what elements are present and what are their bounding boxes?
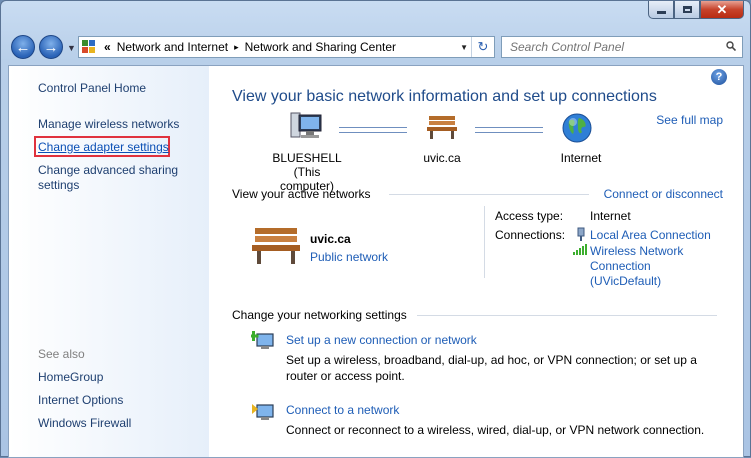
address-dropdown-icon[interactable]: ▼: [460, 43, 468, 52]
connect-to-network-description: Connect or reconnect to a wireless, wire…: [286, 423, 705, 437]
sidebar: Control Panel Home Manage wireless netwo…: [9, 66, 209, 457]
sidebar-item-change-advanced-sharing-settings[interactable]: Change advanced sharing settings: [38, 163, 188, 193]
connect-or-disconnect-link[interactable]: Connect or disconnect: [604, 187, 723, 201]
recent-pages-dropdown[interactable]: ▼: [67, 43, 76, 53]
content-area: Control Panel Home Manage wireless netwo…: [8, 65, 744, 458]
caption-buttons: ✕: [648, 1, 744, 19]
wireless-signal-icon: [573, 244, 587, 255]
sidebar-item-change-adapter-settings[interactable]: Change adapter settings: [38, 140, 169, 155]
connections-label: Connections:: [495, 228, 566, 242]
breadcrumb-separator[interactable]: ▸: [234, 42, 239, 53]
forward-button[interactable]: →: [39, 35, 63, 59]
control-panel-icon: [82, 40, 100, 54]
help-icon: ?: [715, 71, 723, 83]
breadcrumb-network-and-sharing-center[interactable]: Network and Sharing Center: [245, 40, 396, 54]
map-node-internet: Internet: [552, 151, 610, 165]
see-also-heading: See also: [38, 347, 85, 361]
see-full-map-link[interactable]: See full map: [656, 113, 723, 127]
wireless-connection-line-3: (UVicDefault): [590, 274, 662, 288]
wireless-connection-line-1: Wireless Network: [590, 244, 684, 258]
refresh-icon: ↻: [477, 39, 489, 54]
breadcrumb-overflow[interactable]: «: [104, 40, 111, 54]
map-node-computer-name: BLUESHELL: [272, 151, 342, 165]
setup-new-connection-description: Set up a wireless, broadband, dial-up, a…: [286, 352, 716, 384]
close-button[interactable]: ✕: [700, 1, 744, 19]
sidebar-item-windows-firewall[interactable]: Windows Firewall: [38, 416, 131, 431]
computer-icon: [290, 112, 322, 138]
maximize-icon: [682, 6, 692, 13]
ethernet-icon: [577, 227, 585, 241]
search-input[interactable]: [508, 39, 712, 55]
arrow-left-icon: ←: [15, 38, 31, 56]
globe-icon: [562, 113, 592, 143]
connect-to-network-icon: [252, 404, 274, 420]
address-bar[interactable]: « Network and Internet ▸ Network and Sha…: [78, 36, 495, 58]
control-panel-window: ✕ ← → ▼ « Network and Internet ▸ Network…: [0, 0, 751, 458]
back-button[interactable]: ←: [11, 35, 35, 59]
setup-new-connection-description-line-2: router or access point.: [286, 369, 405, 383]
map-connector-line: [339, 127, 407, 133]
main-panel: ? View your basic network information an…: [209, 66, 743, 457]
vertical-divider: [484, 206, 485, 278]
maximize-button[interactable]: [674, 1, 700, 19]
map-node-internet-name: Internet: [560, 151, 602, 165]
connect-to-network-link[interactable]: Connect to a network: [286, 403, 399, 417]
breadcrumb-network-and-internet[interactable]: Network and Internet: [117, 40, 228, 54]
local-area-connection-link[interactable]: Local Area Connection: [590, 228, 711, 243]
map-node-network: uvic.ca: [412, 151, 472, 165]
access-type-label: Access type:: [495, 209, 564, 223]
map-node-network-name: uvic.ca: [423, 151, 461, 165]
new-connection-icon: [251, 331, 274, 349]
help-button[interactable]: ?: [711, 69, 727, 85]
sidebar-item-internet-options[interactable]: Internet Options: [38, 393, 123, 408]
wireless-network-connection-link[interactable]: Wireless Network Connection (UVicDefault…: [590, 244, 683, 289]
section-divider: [389, 194, 589, 195]
map-connector-line: [475, 127, 543, 133]
section-divider: [417, 315, 717, 316]
networking-settings-heading: Change your networking settings: [232, 308, 407, 322]
page-title: View your basic network information and …: [232, 88, 657, 105]
bench-icon: [252, 228, 300, 264]
active-network-name: uvic.ca: [310, 232, 351, 246]
arrow-right-icon: →: [43, 38, 59, 56]
refresh-button[interactable]: ↻: [471, 37, 494, 57]
navigation-bar: ← → ▼ « Network and Internet ▸ Network a…: [1, 31, 750, 63]
active-networks-heading: View your active networks: [232, 187, 371, 201]
minimize-icon: [656, 11, 666, 14]
close-icon: ✕: [716, 1, 728, 17]
sidebar-item-control-panel-home[interactable]: Control Panel Home: [38, 81, 146, 96]
network-type-link[interactable]: Public network: [310, 250, 388, 264]
minimize-button[interactable]: [648, 1, 674, 19]
access-type-value: Internet: [590, 209, 631, 223]
sidebar-item-homegroup[interactable]: HomeGroup: [38, 370, 103, 385]
search-box[interactable]: [501, 36, 743, 58]
setup-new-connection-link[interactable]: Set up a new connection or network: [286, 333, 477, 347]
wireless-connection-line-2: Connection: [590, 259, 651, 273]
search-icon[interactable]: [726, 41, 736, 51]
sidebar-item-manage-wireless-networks[interactable]: Manage wireless networks: [38, 117, 179, 132]
setup-new-connection-description-line-1: Set up a wireless, broadband, dial-up, a…: [286, 353, 697, 367]
bench-icon: [427, 116, 457, 139]
